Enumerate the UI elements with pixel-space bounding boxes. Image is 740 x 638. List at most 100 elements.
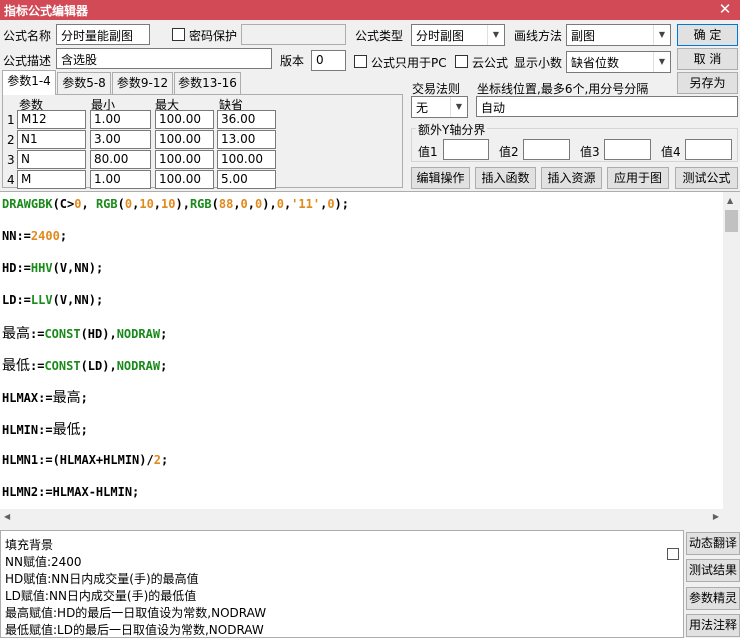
formula-type-value: 分时副图 bbox=[416, 29, 465, 43]
vertical-scrollbar[interactable]: ▲ bbox=[723, 192, 740, 512]
code-line: HLMN2:=HLMAX-HLMIN; bbox=[2, 485, 140, 499]
insert-resource-button[interactable]: 插入资源 bbox=[541, 167, 602, 189]
help-line: HD赋值:NN日内成交量(手)的最高值 bbox=[5, 572, 199, 586]
password-label: 密码保护 bbox=[189, 29, 238, 43]
y-value-4-label: 值4 bbox=[661, 145, 681, 159]
chevron-down-icon: ▼ bbox=[653, 52, 670, 72]
help-line: NN赋值:2400 bbox=[5, 555, 82, 569]
version-input[interactable]: 0 bbox=[311, 50, 346, 71]
y-value-4-input[interactable] bbox=[685, 139, 732, 160]
code-line: HLMIN:=最低; bbox=[2, 422, 88, 438]
param-name-cell[interactable]: M bbox=[17, 170, 86, 189]
params-grid: 参数 最小 最大 缺省 1 M12 1.00 100.00 36.00 2 N1… bbox=[2, 94, 403, 189]
param-min-cell[interactable]: 80.00 bbox=[90, 150, 151, 169]
password-checkbox[interactable] bbox=[172, 28, 185, 41]
trade-rule-select[interactable]: 无 ▼ bbox=[411, 96, 468, 118]
usage-notes-button[interactable]: 用法注释 bbox=[686, 614, 740, 637]
tab-params-13-16[interactable]: 参数13-16 bbox=[174, 72, 241, 94]
code-line: 最高:=CONST(HD),NODRAW; bbox=[2, 326, 168, 342]
chevron-down-icon: ▼ bbox=[450, 97, 467, 117]
param-max-cell[interactable]: 100.00 bbox=[155, 110, 214, 129]
y-value-1-label: 值1 bbox=[418, 145, 438, 159]
param-default-cell[interactable]: 100.00 bbox=[217, 150, 276, 169]
code-line: LD:=LLV(V,NN); bbox=[2, 293, 104, 307]
param-default-cell[interactable]: 5.00 bbox=[217, 170, 276, 189]
panel-toggle-box[interactable] bbox=[667, 548, 679, 560]
y-value-3-label: 值3 bbox=[580, 145, 600, 159]
code-line: HLMN1:=(HLMAX+HLMIN)/2; bbox=[2, 453, 169, 467]
help-line: 填充背景 bbox=[5, 538, 54, 552]
axis-position-input[interactable]: 自动 bbox=[476, 96, 738, 117]
pc-only-checkbox[interactable] bbox=[354, 55, 367, 68]
insert-function-button[interactable]: 插入函数 bbox=[475, 167, 536, 189]
formula-name-input[interactable]: 分时量能副图 bbox=[56, 24, 150, 45]
param-max-cell[interactable]: 100.00 bbox=[155, 130, 214, 149]
draw-method-select[interactable]: 副图 ▼ bbox=[566, 24, 671, 46]
scroll-right-icon[interactable]: ▶ bbox=[713, 512, 719, 521]
code-line: DRAWGBK(C>0, RGB(0,10,10),RGB(88,0,0),0,… bbox=[2, 197, 349, 211]
scroll-up-icon[interactable]: ▲ bbox=[727, 196, 733, 205]
help-line: 最高赋值:HD的最后一日取值设为常数,NODRAW bbox=[5, 606, 267, 620]
code-line: 最低:=CONST(LD),NODRAW; bbox=[2, 358, 168, 374]
chevron-down-icon: ▼ bbox=[487, 25, 504, 45]
window-title: 指标公式编辑器 bbox=[4, 4, 89, 18]
close-icon[interactable]: ✕ bbox=[710, 0, 740, 20]
param-default-cell[interactable]: 36.00 bbox=[217, 110, 276, 129]
password-input[interactable] bbox=[241, 24, 346, 45]
ok-button[interactable]: 确 定 bbox=[677, 24, 738, 46]
cloud-formula-label: 云公式 bbox=[472, 56, 509, 70]
extra-y-axis-label: 额外Y轴分界 bbox=[416, 121, 488, 138]
tab-params-1-4[interactable]: 参数1-4 bbox=[2, 70, 56, 95]
y-value-2-input[interactable] bbox=[523, 139, 570, 160]
param-default-cell[interactable]: 13.00 bbox=[217, 130, 276, 149]
horizontal-scrollbar[interactable]: ◀ ▶ bbox=[0, 509, 723, 526]
param-max-cell[interactable]: 100.00 bbox=[155, 150, 214, 169]
test-formula-button[interactable]: 测试公式 bbox=[675, 167, 738, 189]
scroll-left-icon[interactable]: ◀ bbox=[4, 512, 10, 521]
param-name-cell[interactable]: N bbox=[17, 150, 86, 169]
help-line: 最低赋值:LD的最后一日取值设为常数,NODRAW bbox=[5, 623, 264, 637]
save-as-button[interactable]: 另存为 bbox=[677, 72, 738, 94]
y-value-2-label: 值2 bbox=[499, 145, 519, 159]
chevron-down-icon: ▼ bbox=[653, 25, 670, 45]
test-result-button[interactable]: 测试结果 bbox=[686, 559, 740, 582]
formula-editor-window: 指标公式编辑器 ✕ 公式名称 分时量能副图 密码保护 公式类型 分时副图 ▼ 画… bbox=[0, 0, 740, 638]
param-row-index: 4 bbox=[7, 173, 15, 187]
trade-rule-value: 无 bbox=[416, 101, 429, 115]
description-panel[interactable]: 填充背景 NN赋值:2400 HD赋值:NN日内成交量(手)的最高值 LD赋值:… bbox=[0, 530, 684, 638]
tab-params-9-12[interactable]: 参数9-12 bbox=[112, 72, 173, 94]
tab-params-5-8[interactable]: 参数5-8 bbox=[57, 72, 111, 94]
param-max-cell[interactable]: 100.00 bbox=[155, 170, 214, 189]
param-min-cell[interactable]: 3.00 bbox=[90, 130, 151, 149]
apply-to-chart-button[interactable]: 应用于图 bbox=[607, 167, 669, 189]
formula-desc-label: 公式描述 bbox=[3, 54, 52, 68]
y-value-3-input[interactable] bbox=[604, 139, 651, 160]
formula-desc-input[interactable]: 含选股 bbox=[56, 48, 272, 69]
draw-method-label: 画线方法 bbox=[514, 29, 563, 43]
cancel-button[interactable]: 取 消 bbox=[677, 48, 738, 70]
param-row-index: 3 bbox=[7, 153, 15, 167]
dynamic-translate-button[interactable]: 动态翻译 bbox=[686, 532, 740, 555]
param-name-cell[interactable]: M12 bbox=[17, 110, 86, 129]
code-line: HD:=HHV(V,NN); bbox=[2, 261, 104, 275]
trade-rule-label: 交易法则 bbox=[412, 82, 461, 96]
param-min-cell[interactable]: 1.00 bbox=[90, 170, 151, 189]
param-row-index: 2 bbox=[7, 133, 15, 147]
edit-operation-button[interactable]: 编辑操作 bbox=[411, 167, 470, 189]
decimals-value: 缺省位数 bbox=[571, 56, 620, 70]
y-value-1-input[interactable] bbox=[443, 139, 489, 160]
decimals-select[interactable]: 缺省位数 ▼ bbox=[566, 51, 671, 73]
param-name-cell[interactable]: N1 bbox=[17, 130, 86, 149]
scroll-thumb[interactable] bbox=[725, 210, 738, 232]
param-min-cell[interactable]: 1.00 bbox=[90, 110, 151, 129]
version-label: 版本 bbox=[280, 54, 305, 68]
code-line: HLMAX:=最高; bbox=[2, 390, 88, 406]
title-bar[interactable]: 指标公式编辑器 ✕ bbox=[0, 0, 740, 20]
param-wizard-button[interactable]: 参数精灵 bbox=[686, 587, 740, 610]
param-row-index: 1 bbox=[7, 113, 15, 127]
decimals-label: 显示小数 bbox=[514, 56, 563, 70]
cloud-formula-checkbox[interactable] bbox=[455, 55, 468, 68]
help-line: LD赋值:NN日内成交量(手)的最低值 bbox=[5, 589, 197, 603]
formula-type-select[interactable]: 分时副图 ▼ bbox=[411, 24, 505, 46]
code-editor[interactable]: DRAWGBK(C>0, RGB(0,10,10),RGB(88,0,0),0,… bbox=[0, 191, 740, 526]
